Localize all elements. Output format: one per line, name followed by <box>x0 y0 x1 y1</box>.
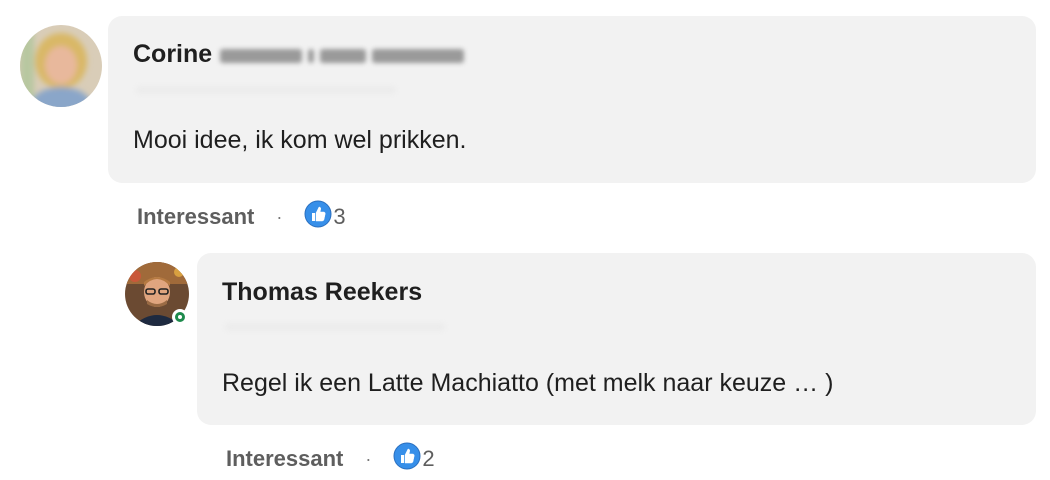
react-button[interactable]: Interessant <box>226 446 343 472</box>
avatar-image <box>20 25 102 107</box>
reaction-summary[interactable]: 3 <box>304 200 346 234</box>
online-status-indicator <box>172 309 188 325</box>
reaction-count: 2 <box>422 446 435 471</box>
comment-actions: Interessant · 3 <box>137 200 346 234</box>
reaction-count: 3 <box>333 204 346 229</box>
reply-bubble: Thomas Reekers Regel ik een Latte Machia… <box>197 253 1036 425</box>
author-name-blurred <box>220 46 464 66</box>
react-button[interactable]: Interessant <box>137 204 254 230</box>
comment-text: Regel ik een Latte Machiatto (met melk n… <box>222 369 834 397</box>
separator-dot: · <box>276 206 283 227</box>
author-headline-blurred <box>136 86 396 94</box>
author-headline-blurred <box>225 323 445 331</box>
comment-thread: Corine Mooi idee, ik kom wel prikken. In… <box>0 0 1050 480</box>
comment-author[interactable]: Thomas Reekers <box>222 278 422 307</box>
reaction-summary[interactable]: 2 <box>393 442 435 476</box>
comment-text: Mooi idee, ik kom wel prikken. <box>133 126 467 154</box>
avatar-corine[interactable] <box>20 25 102 107</box>
thumbs-up-icon <box>304 200 332 234</box>
separator-dot: · <box>365 448 372 469</box>
comment-author[interactable]: Corine <box>133 40 212 69</box>
comment-bubble: Corine Mooi idee, ik kom wel prikken. <box>108 16 1036 183</box>
comment-actions: Interessant · 2 <box>226 442 435 476</box>
thumbs-up-icon <box>393 442 421 476</box>
